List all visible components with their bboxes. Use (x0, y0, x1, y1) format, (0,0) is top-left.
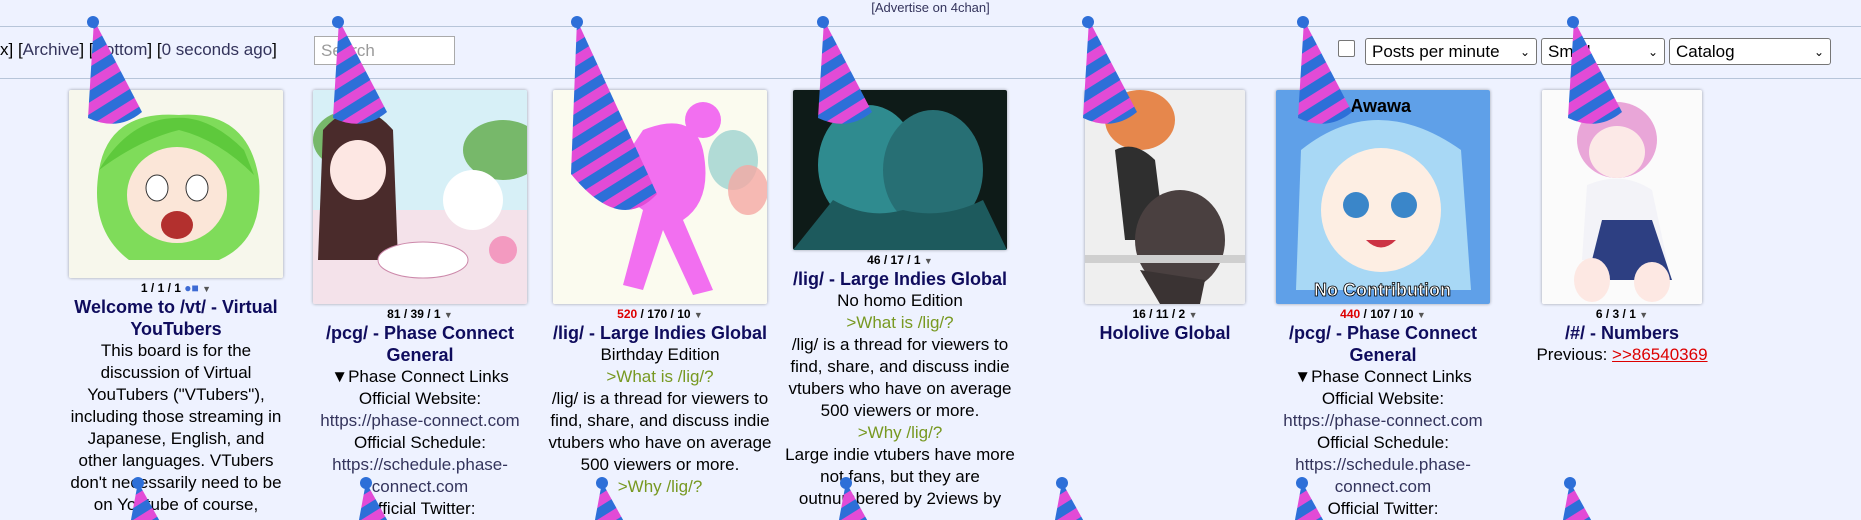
thread-menu-icon[interactable]: ▼ (444, 310, 453, 320)
thread-title[interactable]: /#/ - Numbers (1512, 322, 1732, 344)
size-select-value: Small (1548, 41, 1591, 61)
sort-select[interactable]: Posts per minute ⌄ (1365, 38, 1537, 65)
thread-body-line: ▼Phase Connect Links (1294, 367, 1472, 386)
thread-body: /lig/ is a thread for viewers to find, s… (548, 389, 772, 474)
thread-menu-icon[interactable]: ▼ (924, 256, 933, 266)
schedule-link[interactable]: https://schedule.phase-connect.com (305, 454, 535, 498)
mode-select[interactable]: Catalog ⌄ (1669, 38, 1831, 65)
catalog-controls: Posts per minute ⌄ Small ⌄ Catalog ⌄ (1338, 38, 1831, 65)
thread-body-line: Official Schedule: (1317, 433, 1449, 452)
pin-icon: ●■ (184, 281, 199, 295)
thread-stats: 6 / 3 / 1 ▼ (1512, 307, 1732, 322)
image-caption-top: 1 Awawa (1336, 96, 1412, 116)
thread-menu-icon[interactable]: ▼ (1417, 310, 1426, 320)
header-divider (0, 26, 1861, 27)
chevron-down-icon: ⌄ (1813, 44, 1824, 59)
thread-title[interactable]: /pcg/ - Phase Connect General (1268, 322, 1498, 366)
nav-links: x] [Archive] [Bottom] [0 seconds ago] (0, 40, 277, 60)
thread-title[interactable]: /pcg/ - Phase Connect General (305, 322, 535, 366)
thread-body: Large indie vtubers have more not fans, … (785, 445, 1015, 508)
thread-card: 6 / 3 / 1 ▼ /#/ - Numbers Previous: >>86… (1512, 90, 1732, 366)
thread-menu-icon[interactable]: ▼ (1189, 310, 1198, 320)
thread-stats: 520 / 170 / 10 ▼ (545, 307, 775, 322)
mode-select-value: Catalog (1676, 41, 1735, 61)
advertise-link[interactable]: [Advertise on 4chan] (0, 0, 1861, 15)
reply-count: / 170 / 10 (637, 307, 691, 321)
greentext: >What is /lig/? (606, 367, 714, 386)
website-link[interactable]: https://phase-connect.com (1268, 410, 1498, 432)
thread-thumbnail[interactable] (69, 90, 283, 278)
thread-body: This board is for the discussion of Virt… (70, 341, 282, 514)
image-caption-bottom: No Contribution (1314, 280, 1451, 300)
thread-thumbnail[interactable]: 1 Awawa No Contribution (1276, 90, 1490, 304)
previous-label: Previous: (1536, 345, 1608, 364)
sort-select-value: Posts per minute (1372, 41, 1500, 61)
thread-thumbnail[interactable] (1085, 90, 1245, 304)
thread-subtitle: Birthday Edition (600, 345, 720, 364)
thread-menu-icon[interactable]: ▼ (694, 310, 703, 320)
thread-card: 1 / 1 / 1 ●■ ▼ Welcome to /vt/ - Virtual… (66, 90, 286, 516)
hide-checkbox[interactable] (1338, 40, 1355, 57)
thread-thumbnail[interactable] (793, 90, 1007, 250)
thread-title[interactable]: Hololive Global (1045, 322, 1285, 344)
chevron-down-icon: ⌄ (1519, 44, 1530, 59)
party-hat-icon (1054, 477, 1084, 520)
controls-divider (0, 78, 1861, 79)
thread-title[interactable]: /lig/ - Large Indies Global (785, 268, 1015, 290)
reply-count: 1 / 1 / 1 (140, 281, 181, 295)
reply-count: 16 / 11 / 2 (1132, 307, 1186, 321)
schedule-link[interactable]: https://schedule.phase-connect.com (1268, 454, 1498, 498)
bottom-link[interactable]: Bottom (94, 40, 148, 59)
previous-thread-link[interactable]: >>86540369 (1612, 345, 1708, 364)
greentext: >Why /lig/? (617, 477, 703, 496)
reply-count: 46 / 17 / 1 (867, 253, 921, 267)
thread-body-line: ▼Phase Connect Links (331, 367, 509, 386)
previous-thread-line: Previous: >>86540369 (1512, 344, 1732, 366)
thread-card: 46 / 17 / 1 ▼ /lig/ - Large Indies Globa… (785, 90, 1015, 510)
greentext: >Why /lig/? (857, 423, 943, 442)
reply-count-hot: 520 (617, 307, 638, 321)
thread-thumbnail[interactable] (313, 90, 527, 304)
thread-card: 1 Awawa No Contribution 440 / 107 / 10 ▼… (1268, 90, 1498, 520)
thread-stats: 440 / 107 / 10 ▼ (1268, 307, 1498, 322)
thread-thumbnail[interactable] (1542, 90, 1702, 304)
thread-title[interactable]: Welcome to /vt/ - Virtual YouTubers (66, 296, 286, 340)
reply-count: / 107 / 10 (1360, 307, 1414, 321)
thread-body-line: Official Twitter: (364, 499, 476, 518)
greentext: >What is /lig/? (846, 313, 954, 332)
size-select[interactable]: Small ⌄ (1541, 38, 1665, 65)
reply-count: 6 / 3 / 1 (1595, 307, 1636, 321)
thread-menu-icon[interactable]: ▼ (1639, 310, 1648, 320)
search-input[interactable] (314, 36, 455, 65)
thread-title[interactable]: /lig/ - Large Indies Global (545, 322, 775, 344)
thread-card: 16 / 11 / 2 ▼ Hololive Global (1045, 90, 1285, 344)
thread-card: 520 / 170 / 10 ▼ /lig/ - Large Indies Gl… (545, 90, 775, 498)
party-hat-icon (1562, 477, 1592, 520)
thread-body-line: Official Twitter: (1327, 499, 1439, 518)
chevron-down-icon: ⌄ (1647, 44, 1658, 59)
thread-body-line: Official Schedule: (354, 433, 486, 452)
archive-link[interactable]: Archive (23, 40, 80, 59)
reply-count: 81 / 39 / 1 (387, 307, 441, 321)
thread-subtitle: No homo Edition (837, 291, 963, 310)
thread-body: /lig/ is a thread for viewers to find, s… (788, 335, 1012, 420)
refresh-link[interactable]: 0 seconds ago (162, 40, 273, 59)
thread-body-line: Official Website: (1321, 389, 1445, 408)
nav-suffix: ] (272, 40, 277, 59)
nav-prefix: x] [ (0, 40, 23, 59)
website-link[interactable]: https://phase-connect.com (305, 410, 535, 432)
nav-sep: ] [ (147, 40, 162, 59)
thread-stats: 16 / 11 / 2 ▼ (1045, 307, 1285, 322)
thread-stats: 81 / 39 / 1 ▼ (305, 307, 535, 322)
thread-body-line: Official Website: (358, 389, 482, 408)
nav-sep: ] [ (79, 40, 94, 59)
reply-count-hot: 440 (1340, 307, 1361, 321)
thread-stats: 46 / 17 / 1 ▼ (785, 253, 1015, 268)
thread-menu-icon[interactable]: ▼ (202, 284, 211, 294)
thread-thumbnail[interactable] (553, 90, 767, 304)
thread-stats: 1 / 1 / 1 ●■ ▼ (66, 281, 286, 296)
thread-card: 81 / 39 / 1 ▼ /pcg/ - Phase Connect Gene… (305, 90, 535, 520)
